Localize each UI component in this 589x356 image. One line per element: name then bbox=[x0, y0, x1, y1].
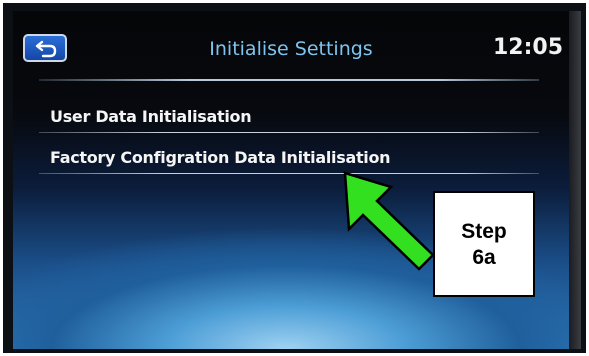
menu-item-label: User Data Initialisation bbox=[50, 107, 252, 126]
back-button[interactable] bbox=[23, 34, 67, 62]
menu-divider bbox=[39, 132, 539, 133]
clock: 12:05 bbox=[493, 35, 564, 60]
screen-bezel bbox=[569, 11, 581, 349]
infotainment-screen: Initialise Settings 12:05 User Data Init… bbox=[13, 11, 581, 349]
green-arrow-icon bbox=[343, 171, 435, 271]
page-title: Initialise Settings bbox=[209, 38, 373, 60]
back-arrow-icon bbox=[35, 40, 57, 58]
menu-item-factory-configuration-initialisation[interactable]: Factory Configration Data Initialisation bbox=[39, 142, 539, 172]
photo-frame: Initialise Settings 12:05 User Data Init… bbox=[3, 3, 586, 353]
menu-item-user-data-initialisation[interactable]: User Data Initialisation bbox=[39, 101, 539, 131]
callout-step-number: 6a bbox=[472, 246, 496, 269]
callout-step-label: Step bbox=[461, 220, 507, 243]
menu-divider bbox=[39, 173, 539, 174]
step-callout: Step 6a bbox=[433, 191, 535, 297]
title-divider bbox=[39, 79, 539, 81]
